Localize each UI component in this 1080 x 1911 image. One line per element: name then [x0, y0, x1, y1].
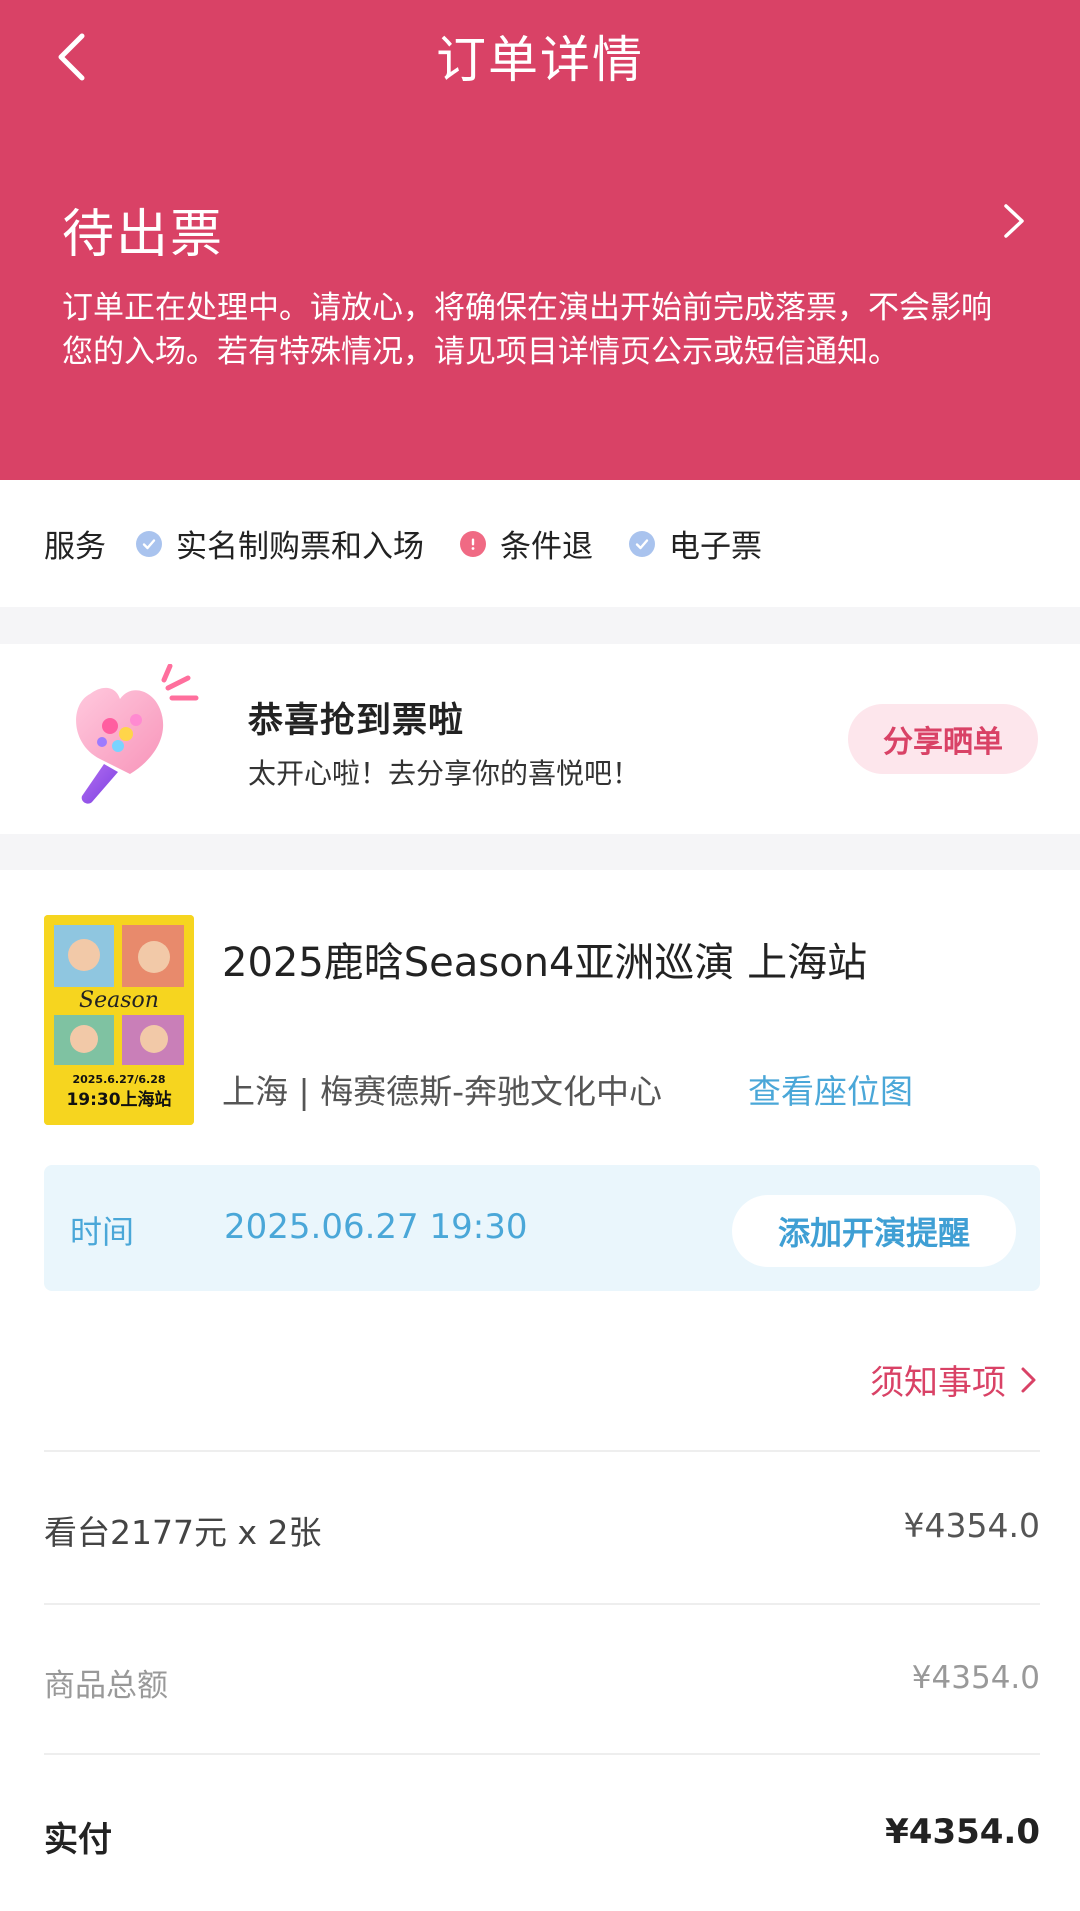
poster-date: 2025.6.27/6.28	[72, 1073, 165, 1086]
order-status-header: 订单详情 待出票 订单正在处理中。请放心，将确保在演出开始前完成落票，不会影响您…	[0, 0, 1080, 480]
services-label: 服务	[44, 529, 106, 565]
event-poster[interactable]: Season 2025.6.27/6.28 19:30上海站	[44, 915, 194, 1125]
order-status-title: 待出票	[62, 205, 225, 265]
congrats-card: 恭喜抢到票啦 太开心啦！去分享你的喜悦吧！ 分享晒单	[0, 644, 1080, 834]
show-time-box: 时间 2025.06.27 19:30 添加开演提醒	[44, 1165, 1040, 1291]
seat-map-link[interactable]: 查看座位图	[748, 1065, 913, 1113]
add-reminder-button[interactable]: 添加开演提醒	[732, 1195, 1016, 1267]
congrats-title: 恭喜抢到票啦	[248, 701, 465, 741]
alert-circle-icon	[460, 530, 486, 557]
services-row: 服务 实名制购票和入场 条件退 电子票	[0, 480, 1080, 607]
service-item-realname: 实名制购票和入场	[136, 521, 424, 566]
divider	[44, 1603, 1040, 1605]
event-venue: 上海 | 梅赛德斯-奔驰文化中心	[222, 1072, 663, 1111]
service-item-label: 电子票	[669, 529, 762, 565]
nav-bar: 订单详情	[0, 0, 1080, 115]
divider	[44, 1753, 1040, 1755]
page-title: 订单详情	[436, 31, 644, 89]
share-button[interactable]: 分享晒单	[848, 704, 1038, 774]
order-status-notice: 订单正在处理中。请放心，将确保在演出开始前完成落票，不会影响您的入场。若有特殊情…	[62, 290, 992, 370]
poster-time-city: 19:30上海站	[66, 1089, 171, 1110]
service-item-label: 条件退	[500, 529, 593, 565]
subtotal-label: 商品总额	[44, 1668, 168, 1704]
check-circle-icon	[136, 530, 162, 557]
poster-title: Season	[79, 988, 159, 1013]
event-title: 2025鹿晗Season4亚洲巡演 上海站	[222, 940, 868, 986]
lightstick-icon	[76, 664, 199, 804]
service-item-label: 实名制购票和入场	[176, 529, 424, 565]
chevron-right-icon	[1021, 1367, 1036, 1392]
ticket-line-amount: ¥4354.0	[903, 1506, 1040, 1545]
poster-artwork: Season 2025.6.27/6.28 19:30上海站	[44, 915, 194, 1125]
subtotal-amount: ¥4354.0	[911, 1660, 1040, 1696]
service-item-refund: 条件退	[460, 521, 593, 566]
congrats-subtitle: 太开心啦！去分享你的喜悦吧！	[248, 757, 641, 790]
time-value: 2025.06.27 19:30	[224, 1207, 528, 1247]
notes-link[interactable]: 须知事项	[870, 1355, 1040, 1404]
service-item-eticket: 电子票	[629, 521, 762, 566]
order-card: Season 2025.6.27/6.28 19:30上海站 2025鹿晗Sea…	[0, 870, 1080, 1911]
ticket-line-label: 看台2177元 x 2张	[44, 1513, 322, 1552]
chevron-right-icon[interactable]	[994, 198, 1034, 244]
check-circle-icon	[629, 530, 655, 557]
paid-label: 实付	[44, 1820, 112, 1860]
time-label: 时间	[70, 1213, 135, 1251]
paid-amount: ¥4354.0	[885, 1812, 1040, 1852]
divider	[44, 1450, 1040, 1452]
notes-label: 须知事项	[870, 1363, 1006, 1403]
